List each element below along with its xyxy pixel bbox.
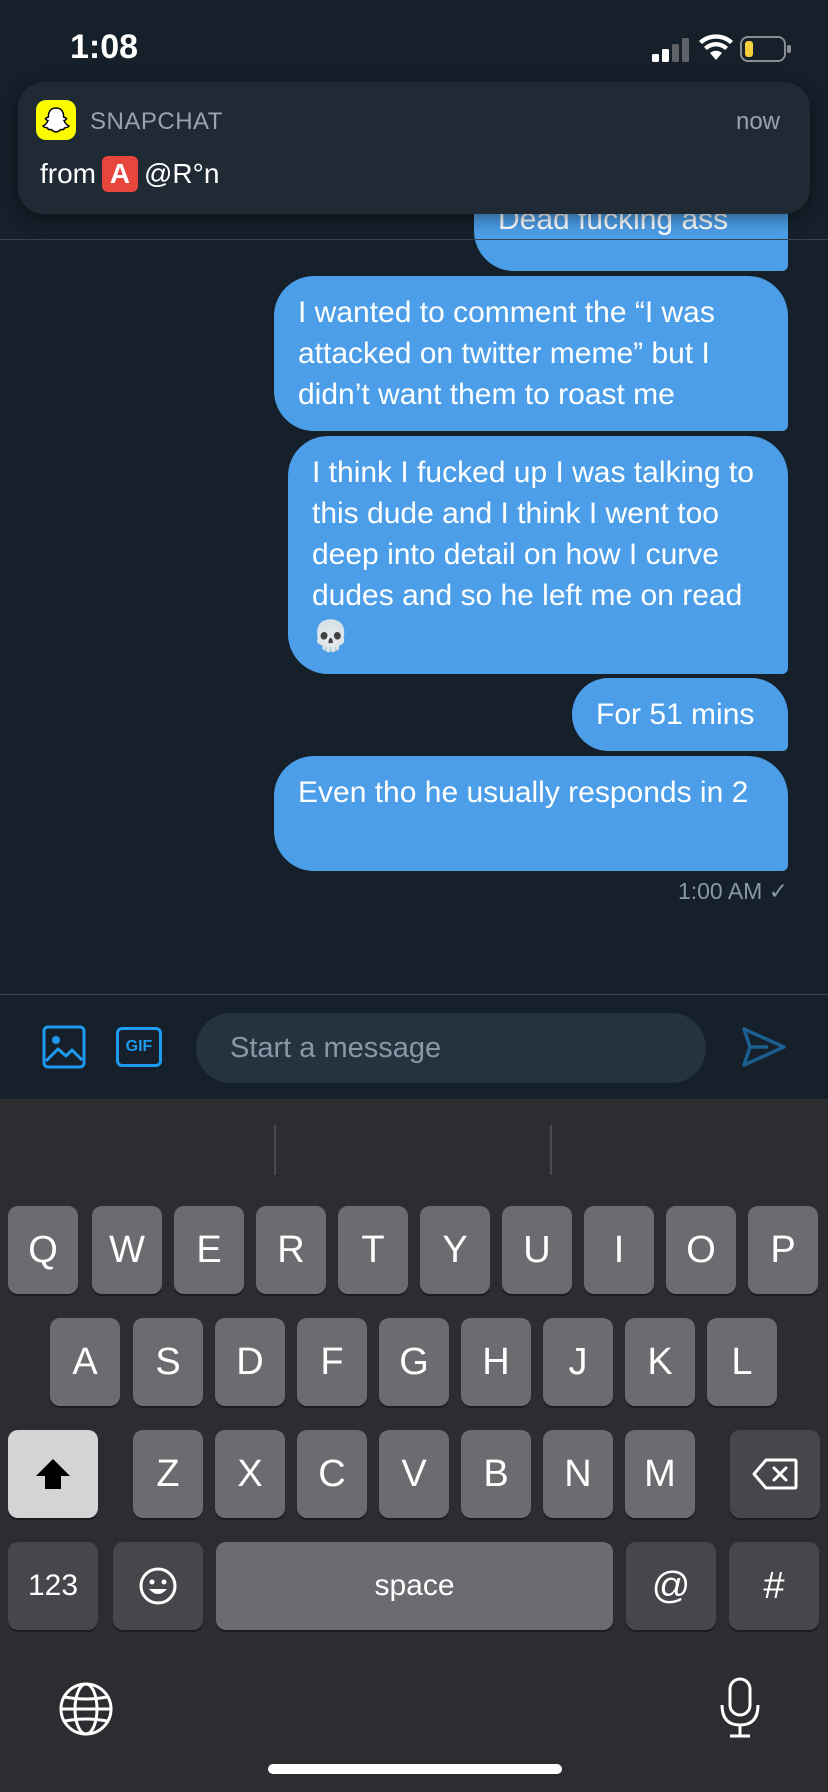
microphone-icon[interactable] bbox=[718, 1677, 762, 1739]
message-text: Even tho he usually responds in 2 bbox=[298, 776, 749, 809]
message-timestamp: 1:00 AM ✓ bbox=[677, 878, 788, 904]
key-n[interactable]: N bbox=[543, 1430, 613, 1518]
message-bubble[interactable]: For 51 mins bbox=[572, 678, 788, 751]
header-divider bbox=[0, 239, 828, 240]
battery-icon bbox=[740, 36, 791, 62]
key-g[interactable]: G bbox=[379, 1318, 449, 1406]
key-f[interactable]: F bbox=[297, 1318, 367, 1406]
emoji-icon bbox=[139, 1567, 177, 1605]
key-a[interactable]: A bbox=[50, 1318, 120, 1406]
key-p[interactable]: P bbox=[748, 1206, 818, 1294]
status-time: 1:08 bbox=[70, 28, 139, 66]
key-z[interactable]: Z bbox=[133, 1430, 203, 1518]
home-indicator bbox=[268, 1764, 562, 1774]
message-bubble[interactable]: I think I fucked up I was talking to thi… bbox=[288, 436, 788, 674]
notification-banner[interactable]: SNAPCHAT now from A @R°n bbox=[18, 82, 810, 214]
hash-key[interactable]: # bbox=[729, 1542, 819, 1630]
wifi-icon bbox=[699, 34, 733, 60]
message-bubble[interactable]: Dead fucking ass bbox=[474, 205, 788, 271]
key-m[interactable]: M bbox=[625, 1430, 695, 1518]
key-t[interactable]: T bbox=[338, 1206, 408, 1294]
signal-icon bbox=[652, 38, 689, 62]
emoji-key[interactable] bbox=[113, 1542, 203, 1630]
snapchat-ghost-icon bbox=[36, 100, 76, 140]
key-j[interactable]: J bbox=[543, 1318, 613, 1406]
key-o[interactable]: O bbox=[666, 1206, 736, 1294]
at-key[interactable]: @ bbox=[626, 1542, 716, 1630]
key-i[interactable]: I bbox=[584, 1206, 654, 1294]
key-v[interactable]: V bbox=[379, 1430, 449, 1518]
key-u[interactable]: U bbox=[502, 1206, 572, 1294]
notification-body: from A @R°n bbox=[40, 156, 219, 192]
send-icon[interactable] bbox=[740, 1023, 788, 1071]
key-w[interactable]: W bbox=[92, 1206, 162, 1294]
key-b[interactable]: B bbox=[461, 1430, 531, 1518]
key-k[interactable]: K bbox=[625, 1318, 695, 1406]
key-h[interactable]: H bbox=[461, 1318, 531, 1406]
globe-icon[interactable] bbox=[58, 1681, 114, 1737]
backspace-key[interactable] bbox=[730, 1430, 820, 1518]
notification-from-label: from bbox=[40, 158, 96, 189]
message-bubble[interactable]: I wanted to comment the “I was attacked … bbox=[274, 276, 788, 431]
message-text: I wanted to comment the “I was attacked … bbox=[298, 296, 715, 411]
shift-arrow-icon bbox=[36, 1459, 70, 1489]
notification-time: now bbox=[735, 108, 780, 135]
image-icon[interactable] bbox=[42, 1025, 86, 1069]
key-q[interactable]: Q bbox=[8, 1206, 78, 1294]
keyboard: Q W E R T Y U I O P A S D F G H J K L Z … bbox=[0, 1099, 828, 1792]
key-l[interactable]: L bbox=[707, 1318, 777, 1406]
suggestion-separator bbox=[274, 1125, 276, 1175]
key-e[interactable]: E bbox=[174, 1206, 244, 1294]
gif-button[interactable]: GIF bbox=[116, 1027, 162, 1067]
shift-key[interactable] bbox=[8, 1430, 98, 1518]
notification-badge: A bbox=[102, 156, 138, 192]
notification-app-name: SNAPCHAT bbox=[90, 108, 223, 135]
compose-bar: GIF bbox=[0, 995, 828, 1099]
message-text: For 51 mins bbox=[596, 698, 755, 731]
key-c[interactable]: C bbox=[297, 1430, 367, 1518]
key-y[interactable]: Y bbox=[420, 1206, 490, 1294]
message-text: I think I fucked up I was talking to thi… bbox=[312, 456, 754, 653]
numbers-key[interactable]: 123 bbox=[8, 1542, 98, 1630]
message-input[interactable] bbox=[196, 1013, 706, 1083]
key-x[interactable]: X bbox=[215, 1430, 285, 1518]
key-d[interactable]: D bbox=[215, 1318, 285, 1406]
message-bubble[interactable]: Even tho he usually responds in 2 bbox=[274, 756, 788, 871]
key-r[interactable]: R bbox=[256, 1206, 326, 1294]
suggestion-separator bbox=[550, 1125, 552, 1175]
backspace-icon bbox=[752, 1458, 798, 1490]
space-key[interactable]: space bbox=[216, 1542, 613, 1630]
notification-sender: @R°n bbox=[144, 158, 220, 189]
key-s[interactable]: S bbox=[133, 1318, 203, 1406]
